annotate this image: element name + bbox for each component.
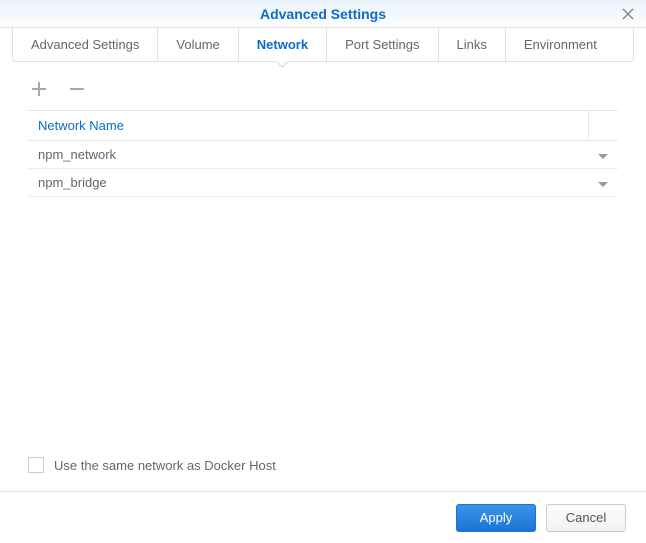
row-dropdown[interactable] [588,141,618,169]
dialog-header: Advanced Settings [0,0,646,28]
tab-label: Volume [176,37,219,52]
dialog-footer: Apply Cancel [0,491,646,543]
tab-label: Port Settings [345,37,419,52]
column-network-name[interactable]: Network Name [28,111,588,141]
close-button[interactable] [620,6,636,22]
tab-label: Links [457,37,487,52]
tab-environment[interactable]: Environment [506,28,615,61]
tab-links[interactable]: Links [439,28,506,61]
tab-label: Advanced Settings [31,37,139,52]
tab-label: Network [257,37,308,52]
table-row[interactable]: npm_network [28,141,618,169]
row-dropdown[interactable] [588,169,618,197]
chevron-down-icon [598,154,608,159]
button-label: Cancel [566,510,606,525]
remove-button[interactable] [68,80,86,98]
table-row[interactable]: npm_bridge [28,169,618,197]
network-name-cell: npm_bridge [28,169,588,197]
apply-button[interactable]: Apply [456,504,536,532]
toolbar [0,62,646,110]
dialog-title: Advanced Settings [260,6,386,22]
tab-volume[interactable]: Volume [158,28,238,61]
tab-port-settings[interactable]: Port Settings [327,28,438,61]
network-table: Network Name npm_network npm_bridge [28,110,618,197]
tab-advanced-settings[interactable]: Advanced Settings [13,28,158,61]
table-header-row: Network Name [28,111,618,141]
docker-host-label: Use the same network as Docker Host [54,458,276,473]
button-label: Apply [480,510,513,525]
close-icon [622,8,634,20]
tab-network[interactable]: Network [239,28,327,61]
column-spacer [588,111,618,141]
docker-host-checkbox-row: Use the same network as Docker Host [28,457,276,473]
chevron-down-icon [598,182,608,187]
add-button[interactable] [30,80,48,98]
tab-bar: Advanced Settings Volume Network Port Se… [12,28,634,62]
cancel-button[interactable]: Cancel [546,504,626,532]
docker-host-checkbox[interactable] [28,457,44,473]
network-name-cell: npm_network [28,141,588,169]
minus-icon [69,81,85,97]
tab-label: Environment [524,37,597,52]
plus-icon [31,81,47,97]
